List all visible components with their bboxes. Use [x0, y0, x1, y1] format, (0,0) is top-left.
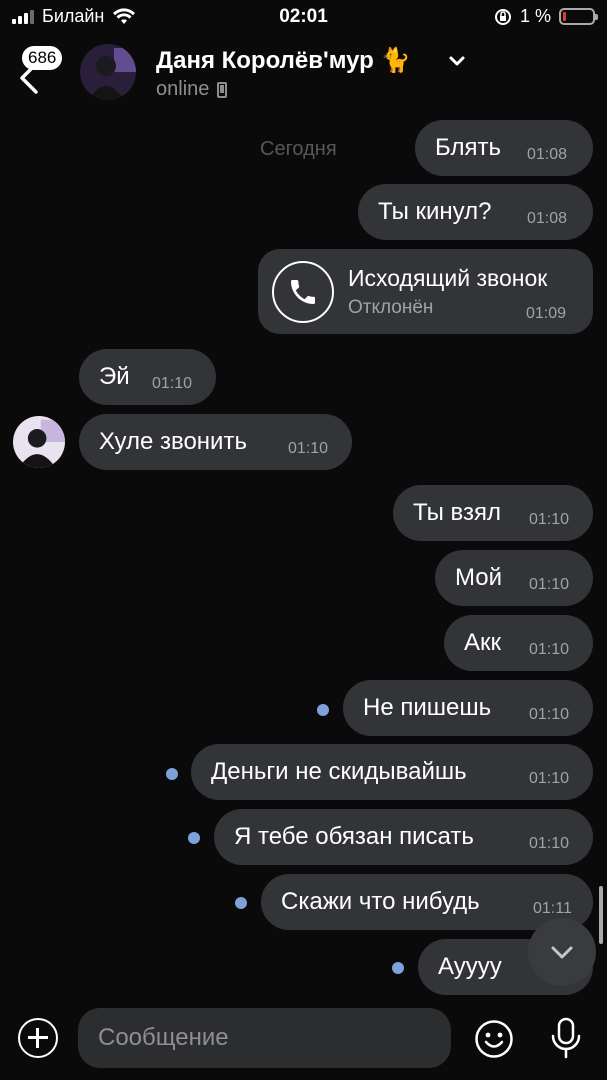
- scrollbar[interactable]: [599, 886, 603, 944]
- call-message[interactable]: Исходящий звонок Отклонён 01:09: [258, 249, 593, 334]
- status-right: 1 %: [494, 6, 598, 27]
- message-text: Деньги не скидывайшь: [211, 758, 467, 785]
- message-text: Ты взял: [413, 499, 502, 526]
- unread-count-badge: 686: [22, 46, 63, 70]
- chat-header: 686 Даня Королёв'мур 🐈 online: [0, 36, 607, 108]
- microphone-icon[interactable]: [546, 1016, 586, 1060]
- rotation-lock-icon: [494, 8, 511, 25]
- message-time: 01:10: [529, 835, 570, 852]
- mobile-phone-icon: [217, 81, 228, 98]
- message-text: Акк: [464, 629, 502, 656]
- message-text: Эй: [99, 363, 130, 390]
- plus-icon[interactable]: [18, 1018, 58, 1058]
- message-time: 01:10: [529, 706, 570, 723]
- message-outgoing[interactable]: Мой 01:10: [435, 550, 593, 606]
- emoji-icon[interactable]: [474, 1019, 514, 1059]
- sender-avatar[interactable]: [13, 416, 65, 468]
- message-outgoing[interactable]: Ты взял 01:10: [393, 485, 593, 541]
- message-text: Блять: [435, 134, 501, 161]
- message-outgoing[interactable]: Деньги не скидывайшь 01:10: [191, 744, 593, 800]
- message-outgoing[interactable]: Ты кинул? 01:08: [358, 184, 593, 240]
- message-text: Ауууу: [438, 953, 502, 980]
- date-separator: Сегодня: [260, 138, 337, 160]
- message-text: Я тебе обязан писать: [234, 823, 474, 850]
- contact-name[interactable]: Даня Королёв'мур 🐈: [156, 46, 410, 75]
- message-text: Хуле звонить: [99, 428, 247, 455]
- message-time: 01:09: [526, 305, 567, 322]
- call-title: Исходящий звонок: [348, 265, 548, 291]
- message-text: Скажи что нибудь: [281, 888, 480, 915]
- message-text: Мой: [455, 564, 503, 591]
- message-time: 01:08: [527, 210, 568, 227]
- unread-dot: [235, 897, 247, 909]
- chevron-down-icon: [551, 946, 573, 959]
- message-time: 01:10: [152, 375, 193, 392]
- message-outgoing[interactable]: Скажи что нибудь 01:11: [261, 874, 593, 930]
- message-outgoing[interactable]: Не пишешь 01:10: [343, 680, 593, 736]
- status-text: online: [156, 78, 210, 100]
- avatar[interactable]: [80, 44, 136, 100]
- message-input[interactable]: [78, 1008, 451, 1068]
- unread-dot: [392, 962, 404, 974]
- scroll-to-bottom-button[interactable]: [528, 918, 596, 986]
- composer: [0, 998, 607, 1080]
- status-bar: Билайн 02:01 1 %: [0, 0, 607, 34]
- message-time: 01:10: [529, 770, 570, 787]
- chevron-down-icon[interactable]: [446, 50, 468, 72]
- message-time: 01:11: [533, 900, 572, 917]
- battery-icon: [559, 8, 598, 25]
- phone-call-icon: [272, 261, 334, 323]
- message-time: 01:10: [288, 440, 329, 457]
- contact-status: online: [156, 78, 228, 101]
- unread-dot: [188, 832, 200, 844]
- unread-dot: [317, 704, 329, 716]
- message-outgoing[interactable]: Я тебе обязан писать 01:10: [214, 809, 593, 865]
- message-time: 01:10: [529, 511, 570, 528]
- message-incoming[interactable]: Хуле звонить 01:10: [79, 414, 352, 470]
- unread-dot: [166, 768, 178, 780]
- message-outgoing[interactable]: Блять 01:08: [415, 120, 593, 176]
- message-text: Ты кинул?: [378, 198, 492, 225]
- call-status: Отклонён: [348, 297, 434, 318]
- message-time: 01:10: [529, 641, 570, 658]
- message-time: 01:08: [527, 146, 568, 163]
- battery-label: 1 %: [519, 6, 551, 26]
- message-outgoing[interactable]: Акк 01:10: [444, 615, 593, 671]
- message-incoming[interactable]: Эй 01:10: [79, 349, 216, 405]
- message-time: 01:10: [529, 576, 570, 593]
- message-text: Не пишешь: [363, 694, 492, 721]
